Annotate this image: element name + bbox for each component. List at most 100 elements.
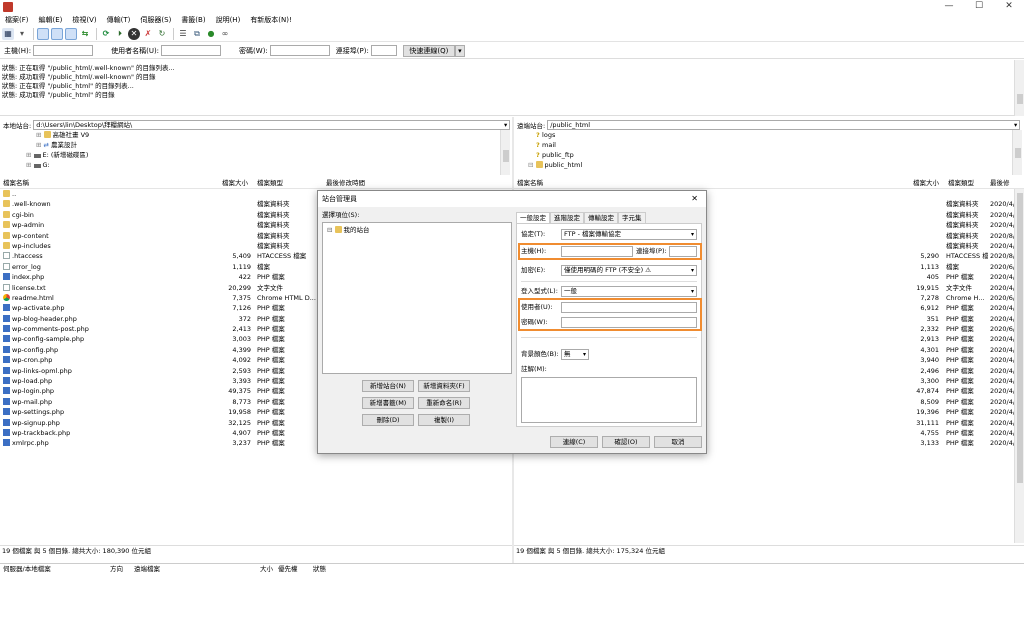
chevron-down-icon[interactable]: ▾ — [504, 121, 507, 129]
sync-browse-icon[interactable]: ● — [205, 28, 217, 40]
password-label: 密碼(W): — [521, 318, 548, 326]
menu-new-version[interactable]: 有新版本(N)! — [245, 14, 297, 26]
file-name-cell: index.php — [3, 272, 218, 282]
menu-file[interactable]: 檔案(F) — [0, 14, 34, 26]
local-path-bar: 本地站台: d:\Users\lin\Desktop\拜糧網站\ ▾ — [0, 119, 512, 130]
local-tree-scrollbar[interactable] — [500, 130, 510, 175]
toggle-log-icon[interactable] — [37, 27, 49, 40]
local-path-input[interactable]: d:\Users\lin\Desktop\拜糧網站\ ▾ — [33, 119, 511, 130]
password-input[interactable] — [561, 317, 697, 328]
user-input[interactable] — [561, 302, 697, 313]
quick-pass-input[interactable] — [269, 45, 330, 56]
file-modified: 2020/4/29 — [990, 439, 1014, 448]
menu-view[interactable]: 檢視(V) — [67, 14, 101, 26]
local-tree-item[interactable]: ⊞ ⇄ 農業設計 — [36, 140, 512, 150]
remote-tree-item[interactable]: ? mail — [536, 140, 1024, 150]
quick-pass-label: 密碼(W): — [239, 46, 268, 55]
file-size: 2,413 — [232, 325, 251, 334]
remote-path-input[interactable]: /public_html ▾ — [547, 119, 1021, 130]
encryption-select[interactable]: 僅使用明碼的 FTP (不安全) ⚠ ▾ — [561, 265, 697, 276]
filezilla-app-icon — [3, 2, 13, 12]
local-col-modified[interactable]: 最後修改時間 — [326, 177, 365, 189]
disconnect-icon[interactable]: ✗ — [142, 28, 154, 40]
remote-col-modified[interactable]: 最後修 — [990, 177, 1010, 189]
quick-connect-button[interactable]: 快速連線(Q) — [402, 44, 455, 57]
duplicate-button[interactable]: 複製(I) — [418, 414, 470, 426]
file-name: .well-known — [12, 200, 51, 209]
cancel-operation-icon[interactable]: ✕ — [128, 27, 140, 40]
toggle-remote-tree-icon[interactable] — [65, 27, 77, 40]
delete-button[interactable]: 刪除(D) — [362, 414, 414, 426]
quick-port-input[interactable] — [370, 45, 397, 56]
remote-col-name[interactable]: 檔案名稱 — [517, 177, 543, 189]
reconnect-icon[interactable]: ↻ — [156, 28, 168, 40]
local-tree-scroll-thumb[interactable] — [503, 150, 509, 162]
file-modified: 2020/4/29 — [990, 387, 1014, 396]
search-binoculars-icon[interactable]: ∞ — [219, 28, 231, 40]
bg-color-select[interactable]: 無 ▾ — [561, 349, 589, 360]
tab-transfer[interactable]: 傳輸設定 — [584, 212, 618, 223]
close-window-button[interactable]: ✕ — [994, 0, 1024, 14]
maximize-button[interactable]: ☐ — [964, 0, 994, 14]
local-col-size[interactable]: 檔案大小 — [222, 177, 248, 189]
tab-advanced[interactable]: 進階設定 — [550, 212, 584, 223]
menu-bookmarks[interactable]: 書籤(B) — [176, 14, 210, 26]
tab-general[interactable]: 一般設定 — [516, 212, 550, 223]
site-manager-icon[interactable]: ▦ — [2, 27, 14, 40]
quick-user-input[interactable] — [161, 45, 222, 56]
compare-icon[interactable]: ⧉ — [191, 28, 203, 40]
port-input[interactable] — [669, 246, 697, 257]
log-scroll-thumb[interactable] — [1017, 94, 1023, 104]
connect-button[interactable]: 連線(C) — [550, 436, 598, 448]
log-scrollbar[interactable] — [1014, 60, 1024, 116]
filter-icon[interactable]: ☰ — [177, 28, 189, 40]
site-tree-root[interactable]: ⊟ 我的站台 — [323, 223, 511, 234]
quick-host-input[interactable] — [33, 45, 94, 56]
site-manager-dropdown-icon[interactable]: ▾ — [16, 28, 28, 40]
folder-icon — [535, 161, 543, 168]
local-col-type[interactable]: 檔案類型 — [257, 177, 283, 189]
local-tree-item[interactable]: ⊞ E: (新增磁碟區) — [26, 150, 512, 160]
refresh-icon[interactable]: ⟳ — [100, 28, 112, 40]
new-folder-button[interactable]: 新增資料夾(F) — [418, 380, 470, 392]
comments-textarea[interactable] — [521, 377, 697, 423]
process-queue-icon[interactable]: ⏵ — [114, 28, 126, 40]
drive-icon — [33, 164, 41, 168]
host-input[interactable] — [561, 246, 633, 257]
dialog-title-bar: 站台管理員 ✕ — [318, 191, 706, 207]
host-label: 主機(H): — [521, 247, 547, 255]
menu-server[interactable]: 伺服器(S) — [135, 14, 176, 26]
remote-col-type[interactable]: 檔案類型 — [948, 177, 974, 189]
remote-status: 19 個檔案 與 5 個目錄. 總共大小: 175,324 位元組 — [514, 545, 1024, 556]
menu-transfer[interactable]: 傳輸(T) — [102, 14, 136, 26]
new-site-button[interactable]: 新增站台(N) — [362, 380, 414, 392]
local-tree-item[interactable]: ⊞ 高雄社畫 V9 — [36, 130, 512, 140]
new-bookmark-button[interactable]: 新增書籤(M) — [362, 397, 414, 409]
remote-tree-item[interactable]: ? public_ftp — [536, 150, 1024, 160]
quick-connect-dropdown[interactable]: ▾ — [454, 44, 465, 57]
remote-tree-item[interactable]: ? logs — [536, 130, 1024, 140]
toggle-queue-icon[interactable]: ⇆ — [79, 28, 91, 40]
remote-file-scrollbar[interactable] — [1014, 189, 1024, 543]
dialog-close-button[interactable]: ✕ — [691, 191, 698, 207]
minimize-button[interactable]: — — [934, 0, 964, 14]
remote-file-scroll-thumb[interactable] — [1017, 193, 1023, 483]
local-col-name[interactable]: 檔案名稱 — [3, 177, 29, 189]
menu-edit[interactable]: 編輯(E) — [34, 14, 68, 26]
ok-button[interactable]: 確認(O) — [602, 436, 650, 448]
logon-type-select[interactable]: 一般 ▾ — [561, 286, 697, 297]
rename-button[interactable]: 重新命名(R) — [418, 397, 470, 409]
remote-tree-scroll-thumb[interactable] — [1015, 148, 1021, 158]
toggle-local-tree-icon[interactable] — [51, 27, 63, 40]
file-modified: 2020/4/29 — [990, 356, 1014, 365]
menu-help[interactable]: 說明(H) — [211, 14, 246, 26]
remote-tree-scrollbar[interactable] — [1012, 130, 1022, 175]
local-tree-item[interactable]: ⊞ G: — [26, 160, 512, 170]
remote-col-size[interactable]: 檔案大小 — [913, 177, 939, 189]
tab-charset[interactable]: 字元集 — [618, 212, 646, 223]
cancel-button[interactable]: 取消 — [654, 436, 702, 448]
remote-tree-item[interactable]: ⊟ public_html — [528, 160, 1024, 170]
file-size: 372 — [238, 314, 251, 323]
protocol-select[interactable]: FTP - 檔案傳輸協定 ▾ — [561, 229, 697, 240]
chevron-down-icon[interactable]: ▾ — [1014, 121, 1017, 129]
